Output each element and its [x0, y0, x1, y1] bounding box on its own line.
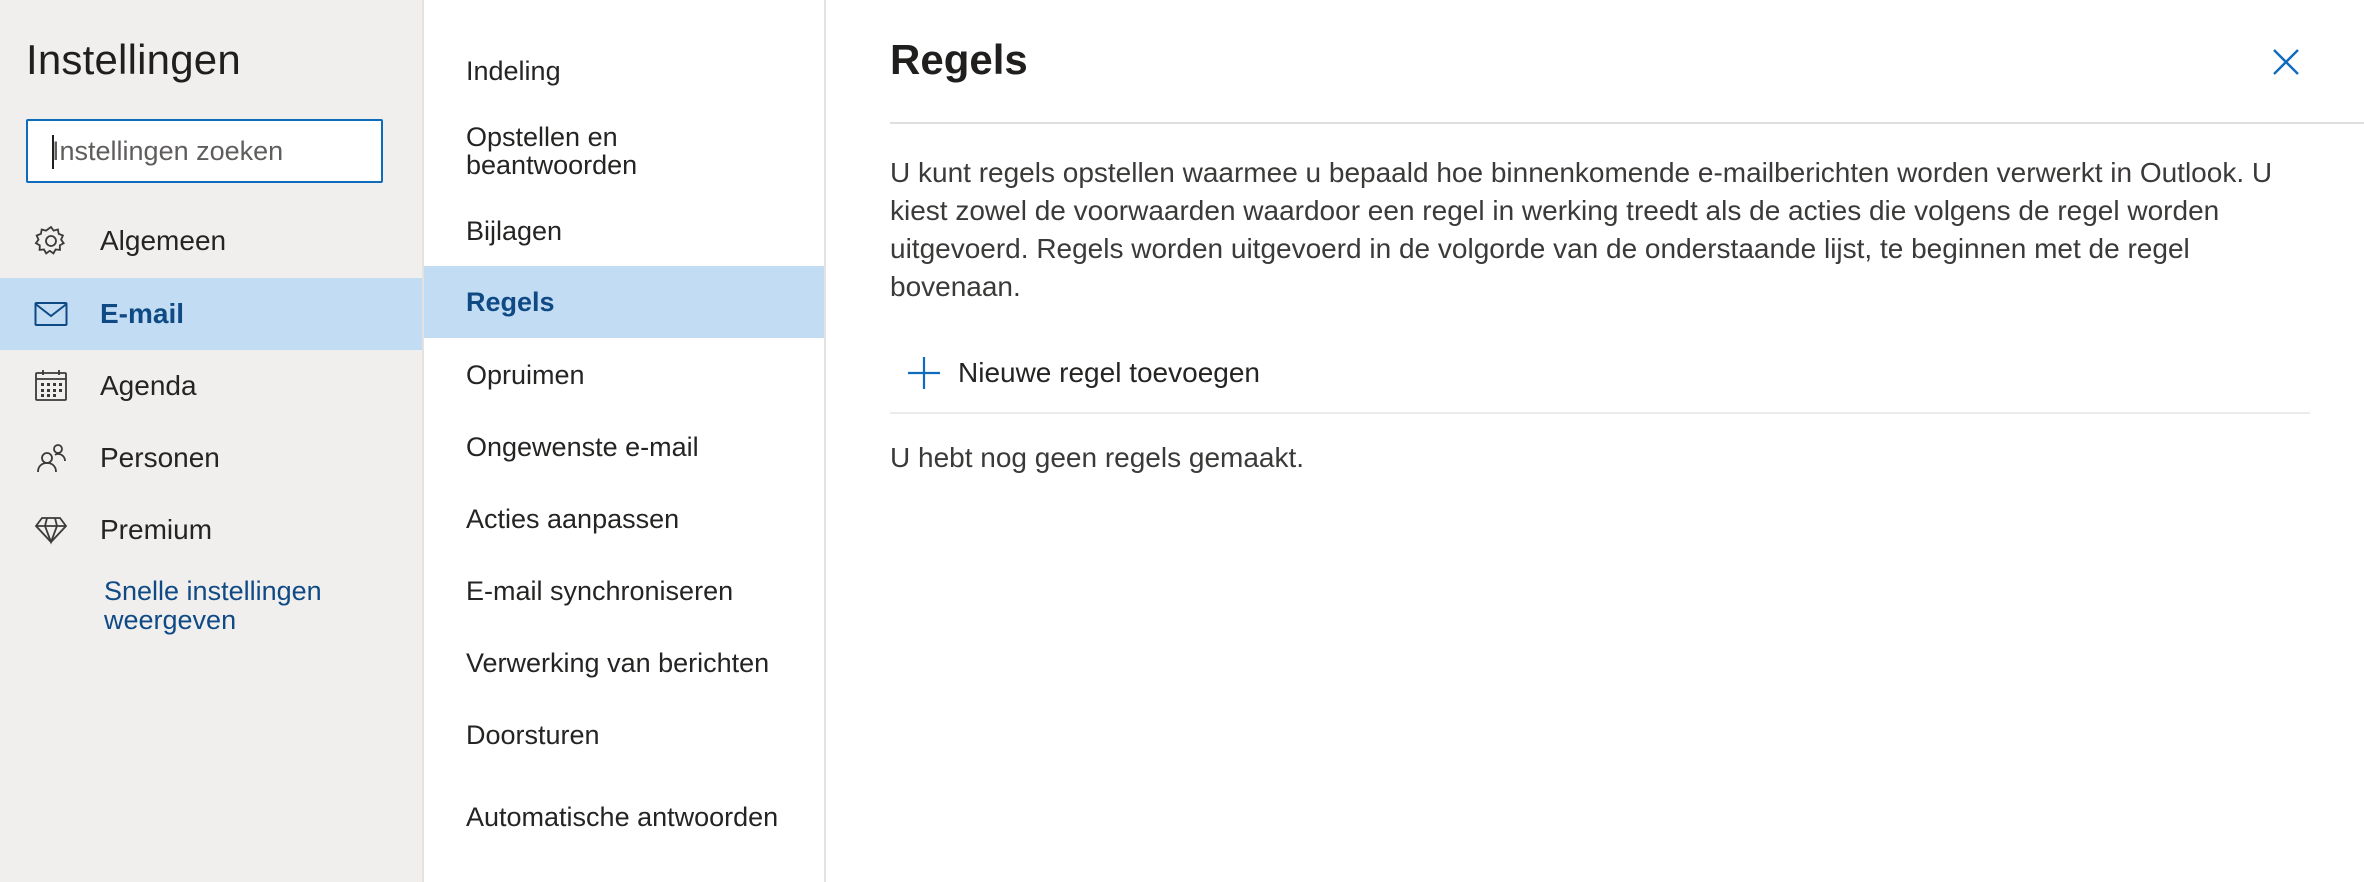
subnav-item-label: Opruimen — [466, 360, 585, 390]
category-label: Personen — [100, 442, 220, 473]
calendar-icon — [34, 369, 68, 403]
category-general[interactable]: Algemeen — [0, 205, 422, 277]
empty-rules-message: U hebt nog geen regels gemaakt. — [890, 442, 1305, 473]
close-icon — [2273, 49, 2299, 75]
category-label: Agenda — [100, 370, 197, 401]
rules-panel: Regels U kunt regels opstellen waarmee u… — [826, 0, 2364, 882]
subnav-item-label: Ongewenste e-mail — [466, 432, 699, 462]
rules-description: U kunt regels opstellen waarmee u bepaal… — [890, 157, 2273, 302]
subnav-item-label: Automatische antwoorden — [466, 802, 779, 832]
subnav-item-label: Bijlagen — [466, 216, 563, 246]
subnav-item-label: Regels — [466, 287, 555, 317]
subnav-item-label: E-mail synchroniseren — [466, 576, 734, 606]
subnav-item-automatic-replies[interactable]: Automatische antwoorden — [424, 786, 824, 848]
subnav-item-compose[interactable]: Opstellen en beantwoorden — [424, 120, 824, 182]
quick-settings-link[interactable]: Snelle instellingen weergeven — [104, 577, 384, 635]
plus-icon — [908, 357, 940, 389]
subnav-item-forwarding[interactable]: Doorsturen — [424, 710, 824, 760]
subnav-item-message-handling[interactable]: Verwerking van berichten — [424, 638, 824, 688]
list-divider — [890, 412, 2310, 414]
settings-title: Instellingen — [26, 36, 241, 83]
category-calendar[interactable]: Agenda — [0, 350, 422, 422]
email-subnav: Indeling Opstellen en beantwoorden Bijla… — [424, 0, 826, 882]
category-people[interactable]: Personen — [0, 422, 422, 494]
category-premium[interactable]: Premium — [0, 494, 422, 566]
subnav-item-sweep[interactable]: Opruimen — [424, 350, 824, 400]
settings-sidebar: Instellingen Algemeen E-mail — [0, 0, 424, 882]
settings-dialog: Instellingen Algemeen E-mail — [0, 0, 2364, 882]
subnav-item-label: Acties aanpassen — [466, 504, 680, 534]
subnav-item-label: Indeling — [466, 56, 561, 86]
people-icon — [34, 441, 68, 475]
subnav-item-sync-email[interactable]: E-mail synchroniseren — [424, 566, 824, 616]
subnav-item-layout[interactable]: Indeling — [424, 46, 824, 96]
add-new-rule-button[interactable]: Nieuwe regel toevoegen — [890, 352, 1260, 394]
add-rule-label: Nieuwe regel toevoegen — [958, 357, 1260, 388]
gear-icon — [34, 224, 68, 258]
mail-icon — [34, 297, 68, 331]
settings-search-box[interactable] — [26, 119, 383, 183]
category-label: Premium — [100, 514, 213, 545]
subnav-item-label: Doorsturen — [466, 720, 600, 750]
settings-search-input[interactable] — [28, 121, 381, 181]
page-title: Regels — [890, 36, 1028, 83]
subnav-item-rules[interactable]: Regels — [424, 266, 824, 338]
subnav-item-attachments[interactable]: Bijlagen — [424, 206, 824, 256]
close-button[interactable] — [2266, 42, 2306, 82]
category-email[interactable]: E-mail — [0, 278, 422, 350]
subnav-item-junk-email[interactable]: Ongewenste e-mail — [424, 422, 824, 472]
subnav-item-customize-actions[interactable]: Acties aanpassen — [424, 494, 824, 544]
subnav-item-label: Opstellen en beantwoorden — [466, 122, 638, 180]
text-caret — [52, 135, 54, 169]
title-divider — [890, 122, 2364, 124]
diamond-icon — [34, 513, 68, 547]
category-label: Algemeen — [100, 225, 227, 256]
subnav-item-label: Verwerking van berichten — [466, 648, 770, 678]
category-label: E-mail — [100, 298, 185, 329]
